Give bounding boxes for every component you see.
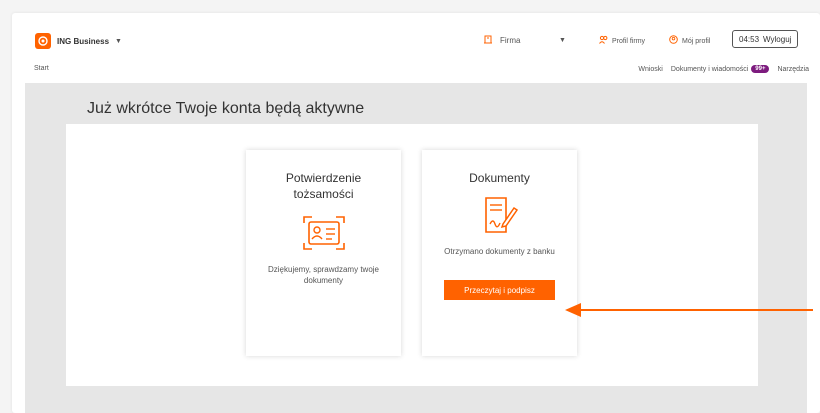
card-title: Dokumenty — [469, 171, 530, 185]
nav-item-tools[interactable]: Narzędzia — [777, 66, 809, 73]
documents-card: Dokumenty Otrzymano dokumenty z banku Pr… — [422, 150, 577, 356]
firm-selector[interactable]: Firma ▼ — [483, 34, 566, 47]
read-and-sign-button[interactable]: Przeczytaj i podpisz — [444, 280, 555, 300]
header: ING Business ▼ Firma ▼ Profil firmy Mój … — [12, 13, 820, 83]
profile-firm-label: Profil firmy — [612, 37, 646, 45]
document-sign-icon — [482, 196, 518, 239]
breadcrumb-start[interactable]: Start — [34, 65, 49, 72]
logout-button[interactable]: 04:53 Wyloguj — [732, 30, 799, 48]
id-card-icon — [302, 215, 346, 256]
annotation-arrow-icon — [565, 303, 813, 317]
content-stage: Już wkrótce Twoje konta będą aktywne Pot… — [25, 83, 807, 413]
profile-firm-link[interactable]: Profil firmy — [599, 35, 645, 47]
logout-label: Wyloguj — [763, 34, 792, 44]
building-icon — [483, 34, 493, 47]
app-window: ING Business ▼ Firma ▼ Profil firmy Mój … — [12, 13, 820, 413]
nav-item-documents[interactable]: Dokumenty i wiadomości 99+ — [671, 65, 770, 73]
firm-label: Firma — [500, 36, 521, 45]
people-icon — [599, 35, 608, 47]
unread-count-badge: 99+ — [751, 65, 770, 73]
card-description: Dziękujemy, sprawdzamy twoje dokumenty — [268, 265, 379, 285]
brand-name: ING Business — [57, 36, 110, 46]
my-profile-label: Mój profil — [682, 37, 711, 45]
nav-item-label: Narzędzia — [777, 65, 809, 73]
top-navigation: Wnioski Dokumenty i wiadomości 99+ Narzę… — [638, 65, 809, 73]
nav-item-wnioski[interactable]: Wnioski — [638, 66, 663, 73]
nav-item-label: Wnioski — [638, 65, 663, 73]
user-icon — [669, 35, 678, 47]
card-title: Potwierdzenie tożsamości — [285, 171, 362, 201]
ing-lion-logo-icon — [35, 33, 51, 49]
chevron-down-icon: ▼ — [115, 37, 122, 45]
status-panel: Potwierdzenie tożsamości Dziękujemy, spr… — [66, 124, 758, 386]
card-description: Otrzymano dokumenty z banku — [444, 247, 555, 256]
nav-item-label: Dokumenty i wiadomości — [670, 65, 749, 73]
page-title: Już wkrótce Twoje konta będą aktywne — [87, 100, 365, 117]
my-profile-link[interactable]: Mój profil — [669, 35, 710, 47]
brand-switcher[interactable]: ING Business ▼ — [35, 33, 122, 49]
identity-verification-card: Potwierdzenie tożsamości Dziękujemy, spr… — [246, 150, 401, 356]
session-timer: 04:53 — [739, 34, 760, 44]
chevron-down-icon: ▼ — [559, 37, 566, 44]
